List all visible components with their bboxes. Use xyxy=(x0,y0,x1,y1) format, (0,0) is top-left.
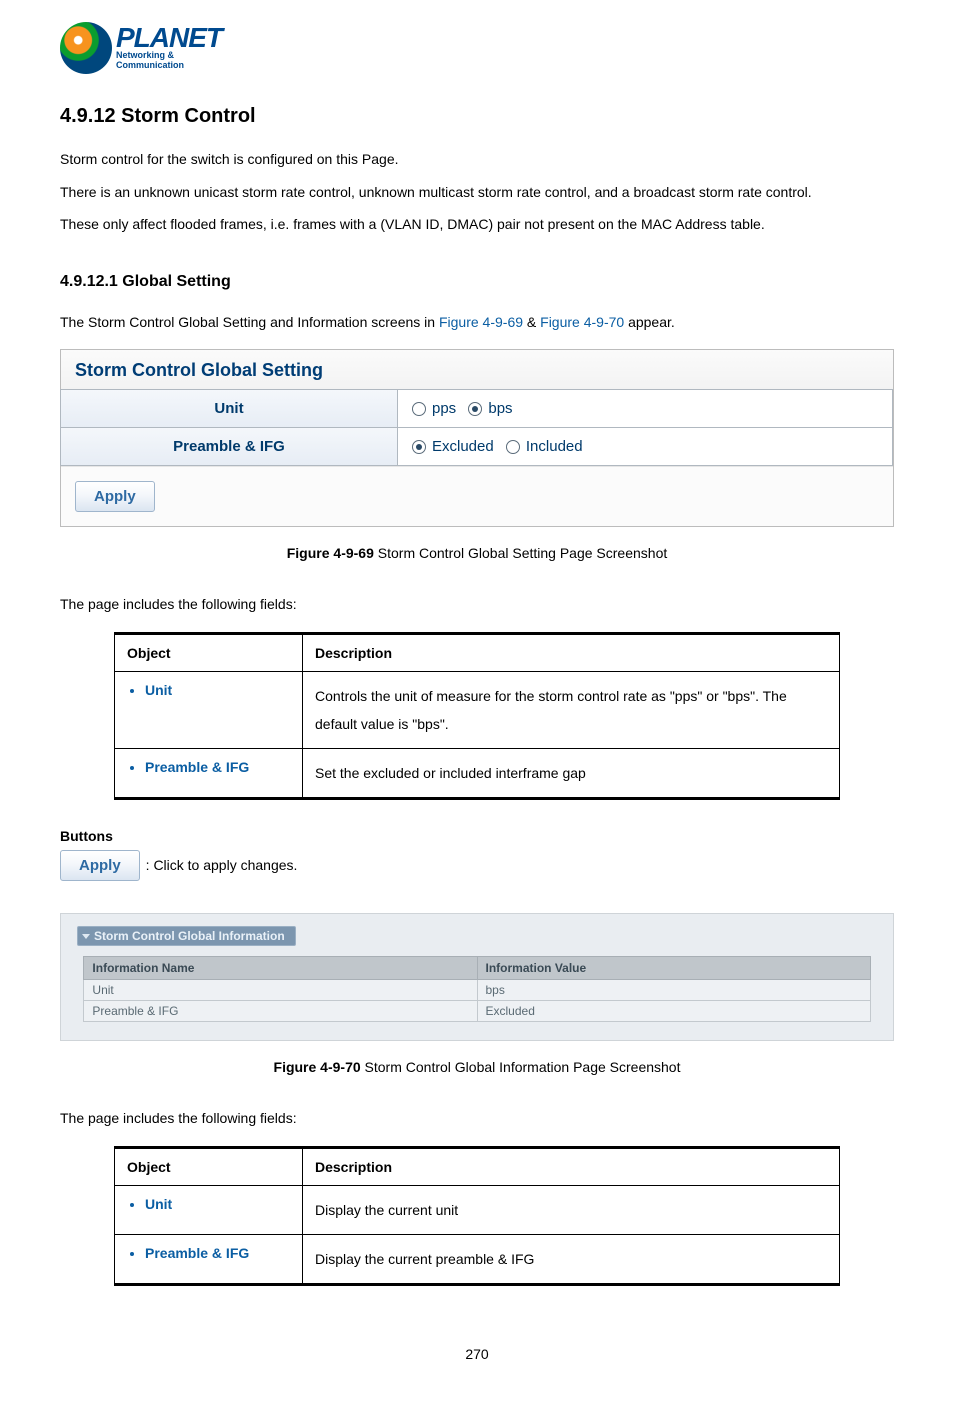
logo-tagline: Networking & Communication xyxy=(116,50,240,70)
fields-intro-2: The page includes the following fields: xyxy=(60,1105,894,1132)
unit-bps-label: bps xyxy=(488,400,512,417)
section-title: Storm Control xyxy=(121,105,255,127)
subsection-number: 4.9.12.1 xyxy=(60,273,118,290)
unit-pps-radio[interactable] xyxy=(412,402,426,416)
info-legend-text: Storm Control Global Information xyxy=(94,929,285,943)
preamble-included-label: Included xyxy=(526,438,583,455)
apply-button-inline[interactable]: Apply xyxy=(60,850,140,881)
preamble-excluded-radio[interactable] xyxy=(412,440,426,454)
brand-logo: PLANET Networking & Communication xyxy=(60,20,894,75)
figure-70-caption: Figure 4-9-70 Storm Control Global Infor… xyxy=(60,1059,894,1075)
table-row: Unit Display the current unit xyxy=(115,1185,840,1234)
setting-row-preamble: Preamble & IFG Excluded Included xyxy=(61,428,893,466)
storm-control-info-panel: Storm Control Global Information Informa… xyxy=(60,913,894,1041)
preamble-excluded-label: Excluded xyxy=(432,438,494,455)
figure-link-70[interactable]: Figure 4-9-70 xyxy=(540,314,624,330)
col-description: Description xyxy=(303,633,840,671)
col-info-value: Information Value xyxy=(477,956,870,979)
intro-p1: Storm control for the switch is configur… xyxy=(60,146,894,173)
logo-brand: PLANET xyxy=(116,25,240,50)
desc-preamble: Set the excluded or included interframe … xyxy=(303,748,840,798)
info-name-unit: Unit xyxy=(84,979,477,1000)
unit-bps-radio[interactable] xyxy=(468,402,482,416)
figure-69-caption: Figure 4-9-69 Storm Control Global Setti… xyxy=(60,545,894,561)
subsection-title: Global Setting xyxy=(122,273,230,290)
logo-swirl-icon xyxy=(60,22,112,74)
table-row: Preamble & IFG Display the current pream… xyxy=(115,1234,840,1284)
col-object-2: Object xyxy=(115,1147,303,1185)
apply-button[interactable]: Apply xyxy=(75,481,155,512)
section-heading: 4.9.12 Storm Control xyxy=(60,105,894,128)
chevron-down-icon xyxy=(82,934,90,939)
apply-button-desc: : Click to apply changes. xyxy=(146,857,298,873)
table-row: Preamble & IFG Set the excluded or inclu… xyxy=(115,748,840,798)
section-number: 4.9.12 xyxy=(60,105,116,127)
info-value-unit: bps xyxy=(477,979,870,1000)
obj2-preamble: Preamble & IFG xyxy=(145,1245,290,1261)
info-panel-legend[interactable]: Storm Control Global Information xyxy=(77,926,296,946)
table-row: Unit bps xyxy=(84,979,870,1000)
setting-label-unit: Unit xyxy=(60,389,398,428)
col-description-2: Description xyxy=(303,1147,840,1185)
subsection-heading: 4.9.12.1 Global Setting xyxy=(60,273,894,291)
intro-p3: These only affect flooded frames, i.e. f… xyxy=(60,211,894,238)
obj-preamble: Preamble & IFG xyxy=(145,759,290,775)
unit-pps-label: pps xyxy=(432,400,456,417)
setting-row-unit: Unit pps bps xyxy=(61,390,893,428)
intro-p2: There is an unknown unicast storm rate c… xyxy=(60,179,894,206)
setting-value-preamble: Excluded Included xyxy=(397,427,893,466)
info-value-preamble: Excluded xyxy=(477,1000,870,1021)
buttons-header: Buttons xyxy=(60,828,894,844)
col-object: Object xyxy=(115,633,303,671)
fields-table-1: Object Description Unit Controls the uni… xyxy=(114,632,840,800)
table-row: Preamble & IFG Excluded xyxy=(84,1000,870,1021)
desc2-unit: Display the current unit xyxy=(303,1185,840,1234)
fields-intro-1: The page includes the following fields: xyxy=(60,591,894,618)
fields-table-2: Object Description Unit Display the curr… xyxy=(114,1146,840,1286)
setting-panel-title: Storm Control Global Setting xyxy=(61,350,893,390)
desc-unit: Controls the unit of measure for the sto… xyxy=(303,671,840,748)
info-name-preamble: Preamble & IFG xyxy=(84,1000,477,1021)
table-row: Unit Controls the unit of measure for th… xyxy=(115,671,840,748)
subsection-intro: The Storm Control Global Setting and Inf… xyxy=(60,309,894,336)
desc2-preamble: Display the current preamble & IFG xyxy=(303,1234,840,1284)
storm-control-setting-panel: Storm Control Global Setting Unit pps bp… xyxy=(60,349,894,527)
obj2-unit: Unit xyxy=(145,1196,290,1212)
page-number: 270 xyxy=(60,1346,894,1362)
setting-label-preamble: Preamble & IFG xyxy=(60,427,398,466)
info-table: Information Name Information Value Unit … xyxy=(83,956,870,1022)
figure-link-69[interactable]: Figure 4-9-69 xyxy=(439,314,523,330)
obj-unit: Unit xyxy=(145,682,290,698)
preamble-included-radio[interactable] xyxy=(506,440,520,454)
col-info-name: Information Name xyxy=(84,956,477,979)
setting-value-unit: pps bps xyxy=(397,389,893,428)
